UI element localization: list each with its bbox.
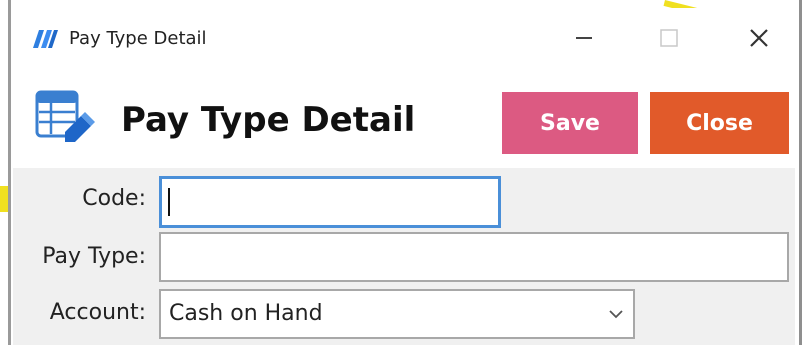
page-title: Pay Type Detail xyxy=(121,100,416,140)
form-table-edit-icon xyxy=(35,90,95,142)
code-input[interactable] xyxy=(159,176,501,228)
right-window-frame xyxy=(799,0,812,345)
chevron-down-icon xyxy=(609,310,623,319)
maximize-button[interactable] xyxy=(646,18,692,58)
form-header: Pay Type Detail Save Close xyxy=(13,70,795,168)
minimize-icon xyxy=(576,37,592,39)
pay-type-input[interactable] xyxy=(159,232,789,282)
text-caret xyxy=(168,188,170,216)
background-yellow-mark xyxy=(0,186,8,212)
maximize-icon xyxy=(660,29,678,47)
save-button[interactable]: Save xyxy=(502,92,638,154)
close-icon xyxy=(750,29,768,47)
close-button[interactable]: Close xyxy=(650,92,789,154)
title-bar[interactable]: Pay Type Detail xyxy=(13,8,795,70)
screen: Pay Type Detail Pay Type Detail Save Clo… xyxy=(0,0,812,345)
app-logo-icon xyxy=(33,30,58,48)
code-label: Code: xyxy=(82,186,146,211)
window-close-button[interactable] xyxy=(736,18,782,58)
right-frame-edge xyxy=(799,0,802,345)
left-frame-edge xyxy=(8,0,11,345)
minimize-button[interactable] xyxy=(561,18,607,58)
window-title: Pay Type Detail xyxy=(69,28,207,49)
account-selected-value: Cash on Hand xyxy=(169,301,323,326)
pay-type-detail-window: Pay Type Detail Pay Type Detail Save Clo… xyxy=(13,8,795,345)
left-window-frame xyxy=(0,0,13,345)
account-label: Account: xyxy=(49,300,146,325)
pay-type-label: Pay Type: xyxy=(42,244,146,269)
account-select[interactable]: Cash on Hand xyxy=(159,289,635,339)
form-body: Code: Pay Type: Account: Cash on Hand xyxy=(13,168,795,345)
